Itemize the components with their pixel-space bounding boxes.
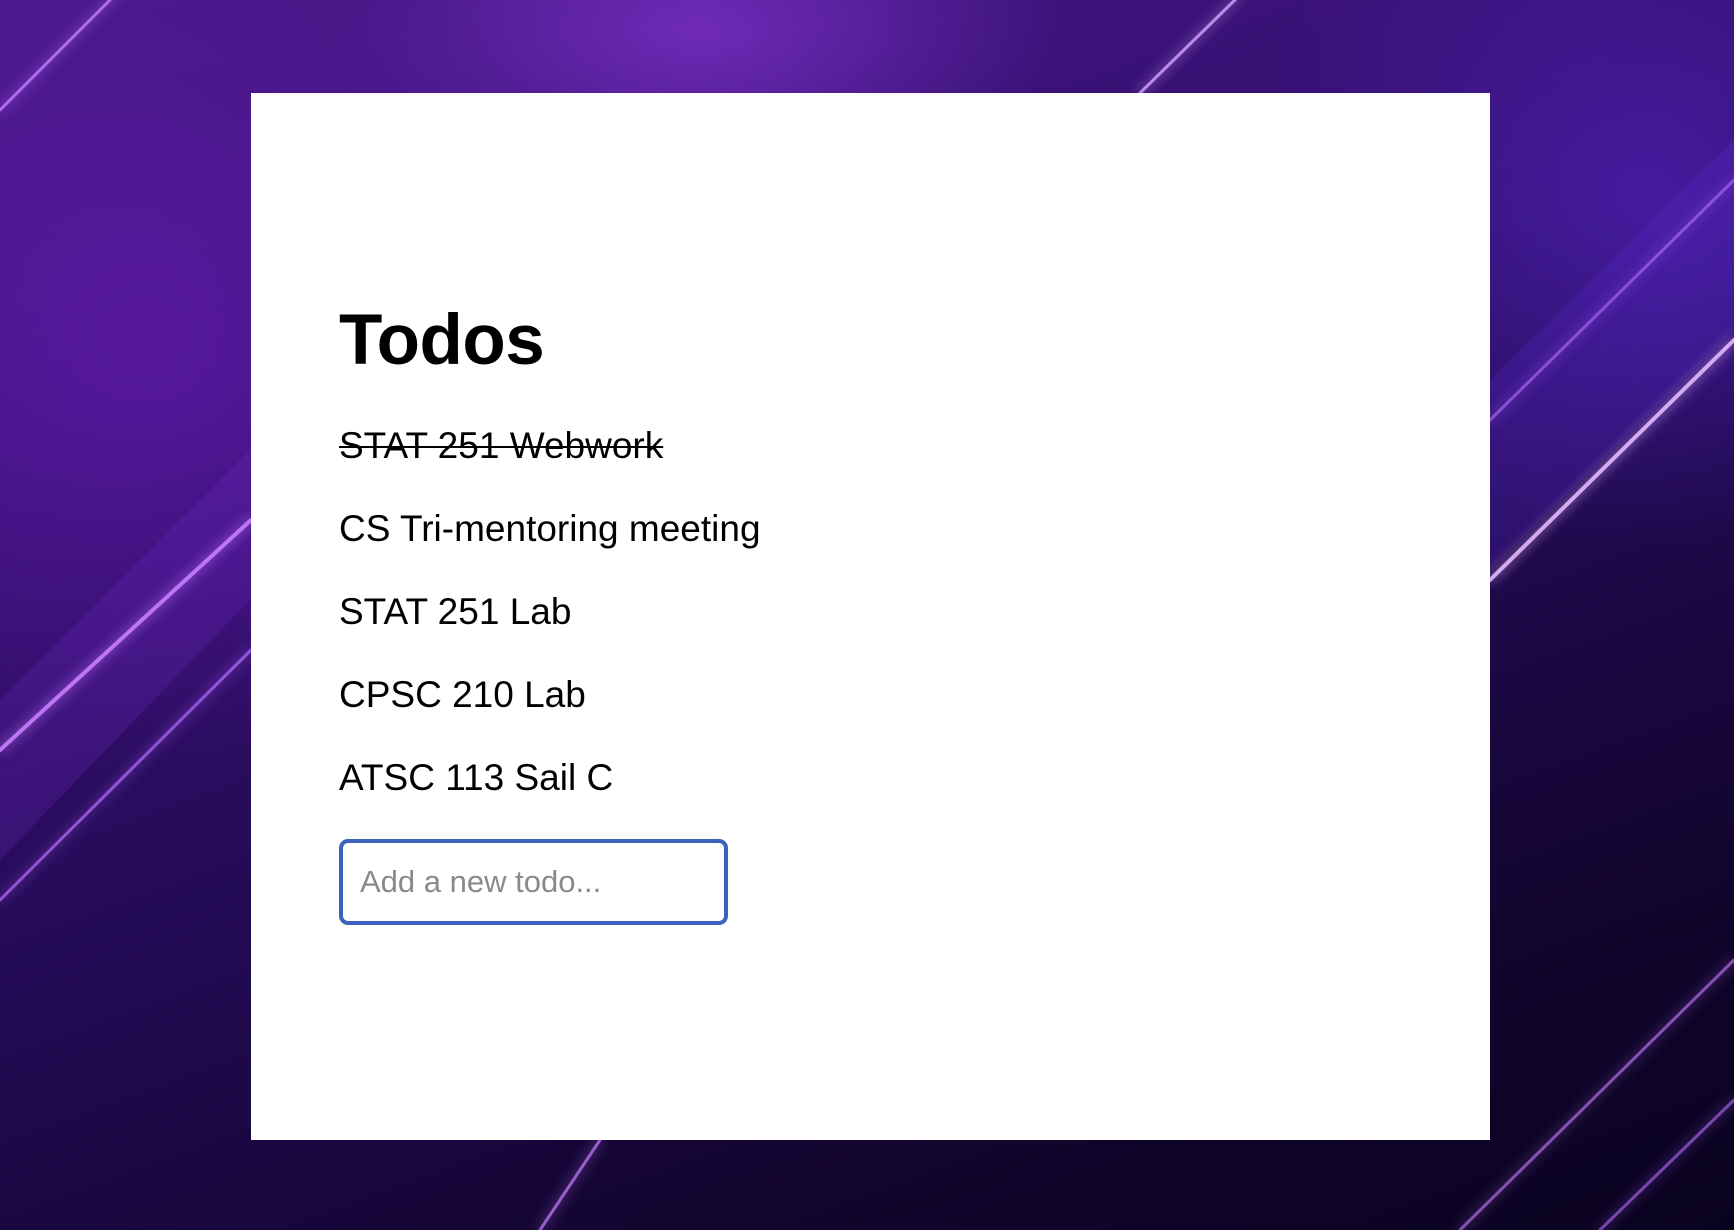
light-streak [0,0,113,112]
todo-item[interactable]: CS Tri-mentoring meeting [339,507,1490,551]
todo-card: Todos STAT 251 Webwork CS Tri-mentoring … [251,93,1490,1140]
page-title: Todos [339,301,545,380]
light-streak [1458,958,1734,1230]
todo-item[interactable]: ATSC 113 Sail C [339,756,1490,800]
todo-item[interactable]: CPSC 210 Lab [339,673,1490,717]
light-streak [1598,1098,1734,1230]
light-streak [538,1138,602,1230]
todo-list: STAT 251 Webwork CS Tri-mentoring meetin… [339,424,1490,800]
light-streak [1138,0,1238,95]
new-todo-input[interactable] [339,839,728,925]
todo-item[interactable]: STAT 251 Lab [339,590,1490,634]
todo-item[interactable]: STAT 251 Webwork [339,424,1490,468]
